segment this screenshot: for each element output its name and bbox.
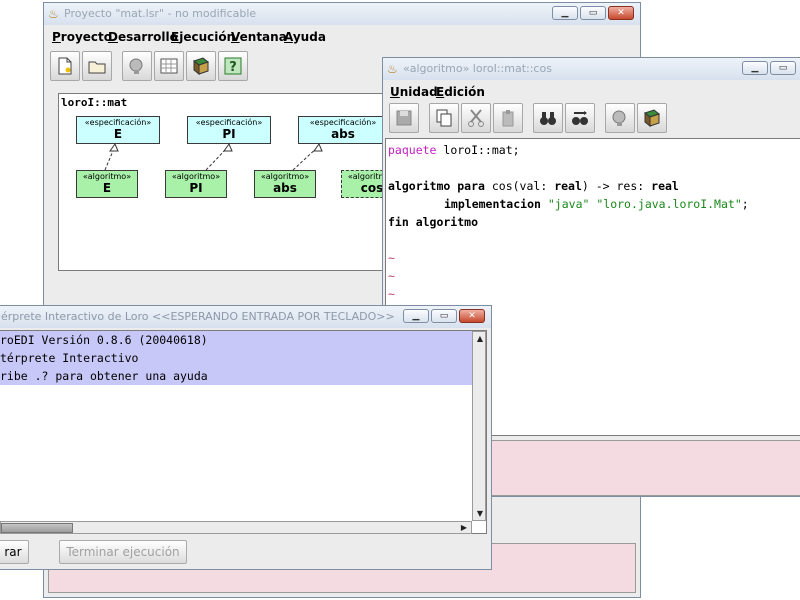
find-button[interactable] [533, 103, 563, 133]
horizontal-scroll-thumb[interactable] [1, 523, 73, 533]
compile-button[interactable] [122, 51, 152, 81]
view-button[interactable] [154, 51, 184, 81]
binoculars-icon [540, 112, 556, 125]
project-menubar: Proyecto Desarrollo Ejecución Ventana Ay… [44, 27, 640, 47]
svg-text:?: ? [229, 60, 237, 75]
minimize-icon: ▁ [412, 311, 420, 321]
algorithm-menubar: Unidad Edición [383, 82, 800, 102]
interpreter-window[interactable]: érprete Interactivo de Loro <<ESPERANDO … [0, 305, 492, 570]
code-line-1: paquete loroI::mat; [388, 143, 520, 157]
minimize-button[interactable]: ▁ [552, 6, 578, 20]
new-unit-button[interactable] [50, 51, 80, 81]
console-line-3: ribe .? para obtener una ayuda [0, 369, 208, 383]
inspect-icon [129, 58, 143, 74]
vertical-scrollbar[interactable]: ▲ ▼ [472, 331, 486, 521]
empty-line-marker: ~ [388, 269, 395, 283]
menu-ayuda[interactable]: Ayuda [284, 30, 326, 44]
books-button[interactable] [637, 103, 667, 133]
alg-box-e[interactable]: «algoritmo» E [76, 170, 138, 198]
close-button[interactable]: ✕ [608, 6, 634, 20]
menu-desarrollo[interactable]: Desarrollo [108, 30, 178, 44]
java-cup-icon: ♨ [387, 62, 398, 76]
save-icon [396, 110, 412, 126]
help-icon: ? [224, 57, 242, 75]
diagram-canvas[interactable]: loroI::mat «especificación» E «especific… [58, 93, 404, 271]
maximize-icon: ▭ [778, 63, 788, 73]
folder-icon [88, 61, 106, 74]
terminate-execution-button[interactable]: Terminar ejecución [59, 540, 187, 564]
minimize-button[interactable]: ▁ [403, 309, 429, 323]
minimize-button[interactable]: ▁ [742, 61, 768, 75]
menu-edicion[interactable]: Edición [436, 85, 485, 99]
new-document-icon [58, 57, 72, 75]
close-icon: ✕ [617, 8, 625, 18]
open-button[interactable] [82, 51, 112, 81]
menu-ejecucion[interactable]: Ejecución [171, 30, 235, 44]
interpreter-titlebar[interactable]: érprete Interactivo de Loro <<ESPERANDO … [0, 306, 491, 328]
copy-icon [436, 109, 452, 127]
maximize-button[interactable]: ▭ [580, 6, 606, 20]
close-button[interactable]: ✕ [459, 309, 485, 323]
algorithm-titlebar[interactable]: ♨ «algoritmo» loroI::mat::cos ▁ ▭ [383, 58, 800, 80]
cut-button[interactable] [461, 103, 491, 133]
scissors-icon [468, 109, 484, 127]
paste-button[interactable] [493, 103, 523, 133]
scroll-down-icon[interactable]: ▼ [473, 507, 487, 520]
algorithm-toolbar [383, 101, 800, 135]
maximize-button[interactable]: ▭ [431, 309, 457, 323]
book-icon [643, 109, 661, 127]
horizontal-scrollbar[interactable]: ▶ [0, 521, 472, 534]
inspect-icon [612, 110, 626, 126]
scroll-up-icon[interactable]: ▲ [473, 332, 487, 345]
code-line-4: implementacion "java" "loro.java.loroI.M… [444, 197, 749, 211]
maximize-button[interactable]: ▭ [770, 61, 796, 75]
maximize-icon: ▭ [588, 8, 598, 18]
close-icon: ✕ [468, 311, 476, 321]
grid-icon [160, 58, 178, 74]
java-cup-icon: ♨ [48, 7, 59, 21]
clear-button[interactable]: rar [0, 540, 29, 564]
maximize-icon: ▭ [439, 311, 449, 321]
spec-box-pi[interactable]: «especificación» PI [187, 116, 271, 144]
paste-icon [502, 110, 514, 127]
scroll-right-icon[interactable]: ▶ [457, 521, 471, 534]
interpreter-title: érprete Interactivo de Loro <<ESPERANDO … [1, 310, 395, 323]
menu-ventana[interactable]: Ventana [231, 30, 287, 44]
help-button[interactable]: ? [218, 51, 248, 81]
find-replace-icon [572, 111, 588, 125]
code-line-5: fin algoritmo [388, 215, 479, 229]
console-line-1: roEDI Versión 0.8.6 (20040618) [0, 333, 208, 347]
empty-line-marker: ~ [388, 287, 395, 301]
spec-box-e[interactable]: «especificación» E [76, 116, 160, 144]
book-icon [192, 57, 210, 75]
console-area[interactable]: roEDI Versión 0.8.6 (20040618) térprete … [0, 330, 487, 534]
menu-proyecto[interactable]: Proyecto [52, 30, 112, 44]
replace-button[interactable] [565, 103, 595, 133]
console-line-2: térprete Interactivo [0, 351, 139, 365]
save-button[interactable] [389, 103, 419, 133]
alg-box-abs[interactable]: «algoritmo» abs [254, 170, 316, 198]
project-titlebar[interactable]: ♨ Proyecto "mat.lsr" - no modificable ▁ … [44, 3, 640, 25]
code-line-3: algoritmo para cos(val: real) -> res: re… [388, 179, 679, 193]
minimize-icon: ▁ [751, 63, 759, 73]
empty-line-marker: ~ [388, 251, 395, 265]
menu-unidad[interactable]: Unidad [390, 85, 438, 99]
project-title: Proyecto "mat.lsr" - no modificable [64, 7, 257, 20]
alg-box-pi[interactable]: «algoritmo» PI [165, 170, 227, 198]
algorithm-title: «algoritmo» loroI::mat::cos [403, 62, 552, 75]
spec-box-abs[interactable]: «especificación» abs [298, 116, 388, 144]
minimize-icon: ▁ [561, 8, 569, 18]
copy-button[interactable] [429, 103, 459, 133]
books-button[interactable] [186, 51, 216, 81]
compile-unit-button[interactable] [605, 103, 635, 133]
